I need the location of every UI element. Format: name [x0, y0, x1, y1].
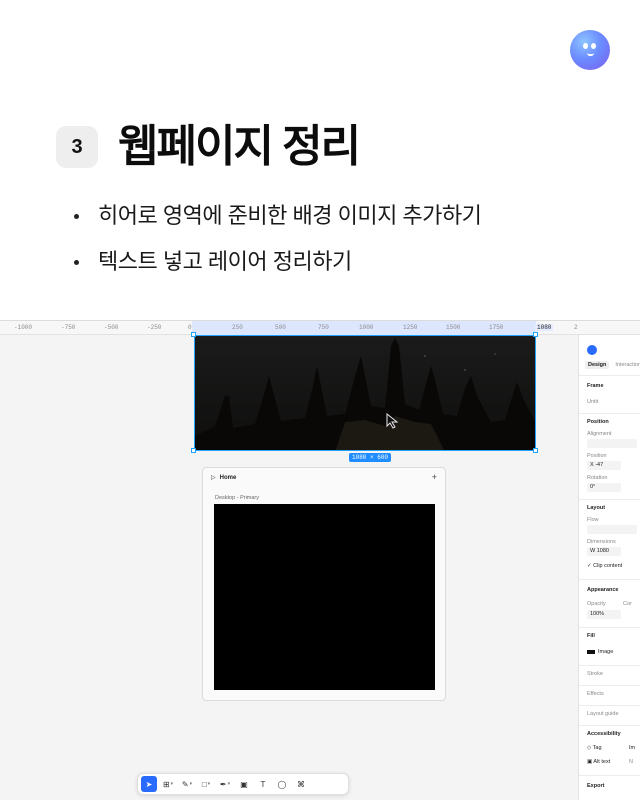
add-icon[interactable]: +: [432, 472, 437, 482]
rotation-label: Rotation: [587, 475, 608, 481]
rotation-value: 0°: [590, 484, 596, 490]
ruler-tick-label: -1000: [14, 324, 33, 331]
ruler-tick-label: 1750: [489, 324, 504, 331]
opacity-value: 100%: [590, 611, 605, 617]
preview-card[interactable]: ▷ Home + Desktop - Primary: [202, 467, 446, 701]
stroke-section[interactable]: Stroke: [587, 671, 603, 677]
export-section[interactable]: Export: [587, 783, 604, 789]
effects-section[interactable]: Effects: [587, 691, 604, 697]
alignment-buttons[interactable]: [587, 439, 637, 448]
clip-content-checkbox[interactable]: ✓ Clip content: [587, 563, 622, 569]
ruler-tick-label: 1500: [446, 324, 461, 331]
play-icon[interactable]: ▷: [211, 474, 216, 481]
ruler-tick-label: -750: [61, 324, 76, 331]
image-tool-icon[interactable]: ▣: [236, 776, 252, 792]
comment-tool-icon[interactable]: ◯: [274, 776, 290, 792]
ruler-tick-label: -250: [147, 324, 162, 331]
user-avatar[interactable]: [587, 345, 597, 355]
ruler-tick-label-selected: 1080: [535, 324, 554, 331]
opacity-input[interactable]: 100%: [587, 610, 621, 619]
preview-title: Home: [219, 474, 237, 481]
flow-buttons[interactable]: [587, 525, 637, 534]
width-input[interactable]: W 1080: [587, 547, 621, 556]
position-x-value: -47: [595, 462, 604, 468]
opacity-label: Opacity: [587, 601, 606, 607]
frame-label[interactable]: Frame: [587, 383, 604, 389]
preview-subtitle: Desktop - Primary: [215, 495, 260, 501]
text-tool-icon[interactable]: T: [255, 776, 271, 792]
bottom-toolbar: ➤ ⊞ ▾ ✎ ▾ □ ▾ ✒ ▾ ▣ T ◯ ⌘: [137, 773, 349, 795]
bullet-list: 히어로 영역에 준비한 배경 이미지 추가하기 텍스트 넣고 레이어 정리하기: [70, 200, 482, 292]
fill-title: Fill: [587, 633, 595, 639]
clip-content-label: Clip content: [593, 563, 623, 569]
position-label: Position: [587, 453, 607, 459]
bullet-text: 히어로 영역에 준비한 배경 이미지 추가하기: [98, 203, 482, 228]
ruler-tick-label: 0: [188, 324, 192, 331]
ruler-tick-label: 500: [275, 324, 286, 331]
tag-label: Tag: [592, 745, 602, 751]
frame-size-label: 1080 × 600: [349, 453, 392, 462]
design-canvas[interactable]: -1000 -750 -500 -250 0 250 500 750 1000 …: [0, 320, 640, 800]
tag-row[interactable]: ◇ Tag: [587, 745, 602, 751]
panel-tabs: Design Interactions: [585, 361, 640, 369]
move-tool-icon[interactable]: ➤: [141, 776, 157, 792]
castle-background-image: [195, 336, 535, 450]
ruler-tick-label: 750: [318, 324, 329, 331]
slide-title: 웹페이지 정리: [118, 122, 361, 171]
flow-label: Flow: [587, 517, 599, 523]
alt-text-value[interactable]: N: [629, 759, 633, 765]
preview-header: ▷ Home: [211, 474, 237, 482]
layout-guide-section[interactable]: Layout guide: [587, 711, 619, 717]
position-x-input[interactable]: X -47: [587, 461, 621, 470]
ruler-tick-label: 1250: [403, 324, 418, 331]
vector-tool-icon[interactable]: ✒ ▾: [217, 776, 233, 792]
fill-row[interactable]: Image: [587, 649, 613, 655]
bullet-item: 텍스트 넣고 레이어 정리하기: [70, 246, 481, 278]
tab-interactions[interactable]: Interactions: [612, 361, 640, 369]
layout-title: Layout: [587, 505, 606, 511]
actions-tool-icon[interactable]: ⌘: [293, 776, 309, 792]
bullet-text: 텍스트 넣고 레이어 정리하기: [98, 249, 352, 274]
fill-value: Image: [598, 649, 614, 655]
width-value: 1080: [596, 548, 609, 554]
frame-tool-icon[interactable]: ⊞ ▾: [160, 776, 176, 792]
frame-name: Untit: [587, 399, 599, 405]
resize-handle[interactable]: [533, 332, 538, 337]
tab-design[interactable]: Design: [585, 361, 610, 369]
alignment-label: Alignment: [587, 431, 612, 437]
pen-tool-icon[interactable]: ✎ ▾: [179, 776, 195, 792]
ruler-tick-label: -500: [104, 324, 119, 331]
pointer-cursor-icon: [386, 413, 399, 429]
corner-label: Cor: [623, 601, 632, 607]
hero-frame-selected[interactable]: [194, 335, 536, 451]
tag-value[interactable]: Im: [629, 745, 635, 751]
ruler-tick-label: 2: [574, 324, 578, 331]
ruler-tick-label: 1000: [359, 324, 374, 331]
step-number-badge: 3: [56, 126, 98, 168]
resize-handle[interactable]: [191, 332, 196, 337]
shape-tool-icon[interactable]: □ ▾: [198, 776, 214, 792]
fill-swatch[interactable]: [587, 649, 595, 654]
preview-screen: [214, 504, 435, 690]
design-panel: Design Interactions Frame Untit Position…: [578, 335, 640, 800]
resize-handle[interactable]: [191, 448, 196, 453]
brand-logo-icon: [570, 30, 610, 70]
accessibility-title: Accessibility: [587, 731, 621, 737]
dimensions-label: Dimensions: [587, 539, 616, 545]
alt-text-row[interactable]: ▣ Alt text: [587, 759, 610, 765]
horizontal-ruler: -1000 -750 -500 -250 0 250 500 750 1000 …: [0, 321, 640, 335]
alt-text-label: Alt text: [593, 759, 611, 765]
position-title: Position: [587, 419, 609, 425]
resize-handle[interactable]: [533, 448, 538, 453]
ruler-tick-label: 250: [232, 324, 243, 331]
bullet-item: 히어로 영역에 준비한 배경 이미지 추가하기: [70, 200, 482, 232]
appearance-title: Appearance: [587, 587, 619, 593]
rotation-input[interactable]: 0°: [587, 483, 621, 492]
